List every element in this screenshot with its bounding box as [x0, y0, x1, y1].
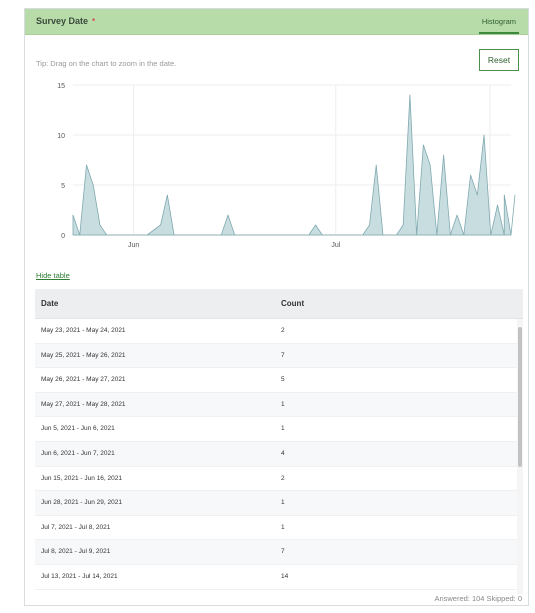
question-title-text: Survey Date — [36, 16, 89, 26]
data-table: Date Count May 23, 2021 - May 24, 2021 2 M… — [35, 289, 523, 594]
cell-count: 5 — [281, 376, 285, 384]
table-row: Jul 7, 2021 - Jul 8, 2021 1 — [35, 516, 517, 541]
x-tick-label: Jul — [331, 242, 340, 249]
hide-table-link[interactable]: Hide table — [36, 271, 70, 280]
cell-date: Jun 28, 2021 - Jun 29, 2021 — [41, 499, 122, 507]
cell-count: 1 — [281, 523, 285, 531]
cell-count: 7 — [281, 548, 285, 556]
histogram-area — [72, 94, 516, 236]
y-tick-label: 0 — [61, 233, 65, 240]
y-tick-label: 10 — [57, 133, 65, 140]
cell-count: 2 — [281, 327, 285, 334]
column-header-date[interactable]: Date — [41, 299, 58, 308]
histogram-chart[interactable]: 0 5 10 15 Jun Jul — [25, 71, 530, 251]
table-scrollbar[interactable] — [517, 319, 523, 594]
x-tick-label: Jun — [128, 242, 139, 249]
table-header: Date Count — [35, 289, 523, 319]
zoom-tip: Tip: Drag on the chart to zoom in the da… — [36, 59, 177, 68]
cell-count: 1 — [281, 499, 285, 507]
cell-date: Jun 6, 2021 - Jun 7, 2021 — [41, 449, 115, 457]
cell-date: Jul 13, 2021 - Jul 14, 2021 — [41, 572, 118, 580]
table-row: May 25, 2021 - May 26, 2021 7 — [35, 343, 517, 369]
cell-date: May 26, 2021 - May 27, 2021 — [41, 376, 126, 384]
y-tick-label: 5 — [61, 183, 65, 190]
cell-count: 2 — [281, 474, 285, 482]
column-header-count[interactable]: Count — [281, 299, 304, 308]
cell-count: 7 — [281, 351, 285, 359]
table-row: Jun 28, 2021 - Jun 29, 2021 1 — [35, 491, 517, 516]
table-row: Jul 8, 2021 - Jul 9, 2021 7 — [35, 540, 517, 565]
cell-date: May 27, 2021 - May 28, 2021 — [41, 400, 126, 408]
question-title: Survey Date * — [36, 16, 95, 26]
tab-histogram[interactable]: Histogram — [478, 14, 519, 34]
question-card: Survey Date * Histogram Tip: Drag on the … — [24, 8, 529, 606]
table-row: Jul 13, 2021 - Jul 14, 2021 14 — [35, 565, 517, 590]
histogram-svg[interactable]: 0 5 10 15 Jun Jul — [25, 71, 530, 251]
table-row: Jun 6, 2021 - Jun 7, 2021 4 — [35, 441, 517, 467]
card-header: Survey Date * Histogram — [25, 9, 528, 35]
answered-skipped-summary: Answered: 104 Skipped: 0 — [434, 594, 522, 603]
cell-date: Jun 15, 2021 - Jun 16, 2021 — [41, 474, 122, 482]
y-tick-label: 15 — [57, 83, 65, 90]
cell-date: May 25, 2021 - May 26, 2021 — [41, 351, 126, 359]
table-row: Jun 15, 2021 - Jun 16, 2021 2 — [35, 467, 517, 492]
cell-date: May 23, 2021 - May 24, 2021 — [41, 327, 126, 334]
cell-count: 1 — [281, 400, 285, 408]
cell-date: Jul 7, 2021 - Jul 8, 2021 — [41, 523, 111, 531]
scrollbar-thumb[interactable] — [518, 327, 522, 467]
table-body: May 23, 2021 - May 24, 2021 2 May 25, 2021… — [35, 319, 517, 590]
table-row: Jun 5, 2021 - Jun 6, 2021 1 — [35, 417, 517, 442]
table-row: May 26, 2021 - May 27, 2021 5 — [35, 368, 517, 393]
table-row: May 27, 2021 - May 28, 2021 1 — [35, 392, 517, 418]
cell-date: Jun 5, 2021 - Jun 6, 2021 — [41, 425, 115, 433]
cell-date: Jul 8, 2021 - Jul 9, 2021 — [41, 548, 111, 556]
cell-count: 14 — [281, 572, 289, 580]
table-row: May 23, 2021 - May 24, 2021 2 — [35, 319, 517, 344]
cell-count: 1 — [281, 425, 285, 433]
reset-button[interactable]: Reset — [479, 49, 519, 71]
cell-count: 4 — [281, 449, 285, 457]
required-mark: * — [92, 17, 96, 26]
